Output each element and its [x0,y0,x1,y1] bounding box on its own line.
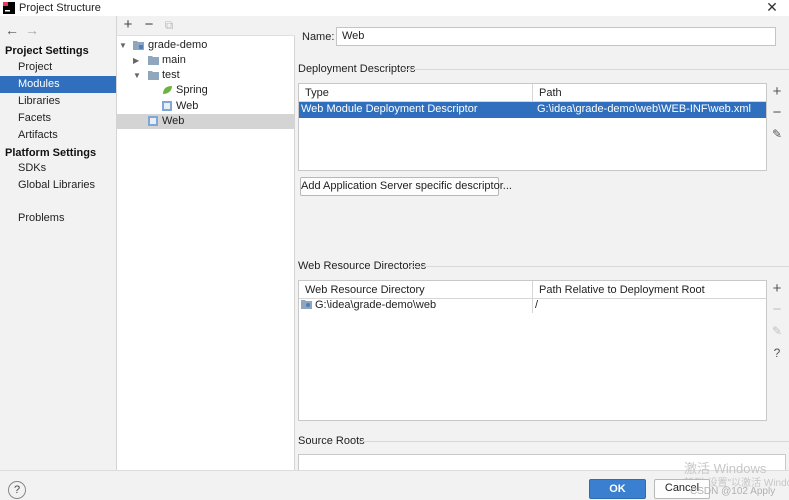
nav-item-project[interactable]: Project [0,59,116,76]
tree-label: test [162,69,180,81]
intellij-app-icon [3,2,15,14]
folder-icon [148,71,159,80]
nav-item-problems[interactable]: Problems [0,210,116,227]
column-header-type[interactable]: Type [299,84,532,102]
web-resource-dir-cell: G:\idea\grade-demo\web [315,299,437,311]
tree-label: Web [162,115,185,127]
copy-icon[interactable]: ⧉ [161,17,177,33]
nav-item-artifacts[interactable]: Artifacts [0,127,116,144]
web-resources-heading: Web Resource Directories [298,260,427,272]
platform-settings-heading: Platform Settings [5,147,97,159]
relative-path-cell: / [535,299,539,311]
add-icon[interactable]: + [769,84,785,100]
collapsed-arrow-icon[interactable]: ▶ [133,53,139,68]
tree-item-web-selected[interactable]: Web [117,114,295,129]
nav-item-global-libraries[interactable]: Global Libraries [0,177,116,194]
deployment-descriptors-heading: Deployment Descriptors [298,63,416,75]
csdn-watermark: CSDN @102 Apply [690,486,776,497]
nav-item-modules[interactable]: Modules [0,76,116,93]
name-field[interactable]: Web [336,27,776,46]
column-header-path[interactable]: Path [533,84,766,102]
edit-pencil-icon[interactable]: ✎ [769,323,785,339]
descriptor-type-cell: Web Module Deployment Descriptor [301,103,478,115]
tree-label: Spring [176,84,208,96]
add-icon[interactable]: + [769,281,785,297]
expanded-arrow-icon[interactable]: ▼ [133,68,141,83]
tree-label: main [162,54,186,66]
spring-leaf-icon [163,86,172,94]
project-settings-heading: Project Settings [5,45,89,57]
remove-icon[interactable]: − [141,17,157,33]
expanded-arrow-icon[interactable]: ▼ [119,38,127,53]
tree-item-spring[interactable]: Spring [117,83,295,98]
column-header-relative-path[interactable]: Path Relative to Deployment Root [533,281,766,299]
arrow-left-icon[interactable]: ← [5,22,19,38]
section-divider [402,69,789,70]
tree-item-grade-demo[interactable]: ▼ grade-demo [117,38,295,53]
module-folder-icon [133,41,144,50]
title-bar [0,0,789,16]
remove-icon[interactable]: − [769,302,785,318]
window-title: Project Structure [19,2,101,14]
add-icon[interactable]: + [120,17,136,33]
add-server-descriptor-button[interactable]: Add Application Server specific descript… [300,177,512,196]
section-divider [358,441,789,442]
tree-item-test[interactable]: ▼ test [117,68,295,83]
remove-icon[interactable]: − [769,105,785,121]
nav-item-sdks[interactable]: SDKs [0,160,116,177]
arrow-right-icon[interactable]: → [25,22,39,38]
help-icon[interactable]: ? [8,481,26,499]
name-label: Name: [302,31,335,43]
source-roots-heading: Source Roots [298,435,365,447]
folder-icon [148,56,159,65]
web-facet-icon [148,116,158,126]
web-facet-icon [162,101,172,111]
ok-button[interactable]: OK [589,479,646,499]
nav-item-facets[interactable]: Facets [0,110,116,127]
web-folder-icon [301,300,312,309]
close-icon[interactable]: ✕ [764,0,780,15]
nav-item-libraries[interactable]: Libraries [0,93,116,110]
descriptor-path-cell: G:\idea\grade-demo\web\WEB-INF\web.xml [537,103,751,115]
edit-pencil-icon[interactable]: ✎ [769,126,785,142]
section-divider [408,266,789,267]
tree-item-web-test[interactable]: Web [117,99,295,114]
tree-label: grade-demo [148,39,208,51]
help-question-icon[interactable]: ? [769,345,785,361]
tree-item-main[interactable]: ▶ main [117,53,295,68]
tree-label: Web [176,100,199,112]
